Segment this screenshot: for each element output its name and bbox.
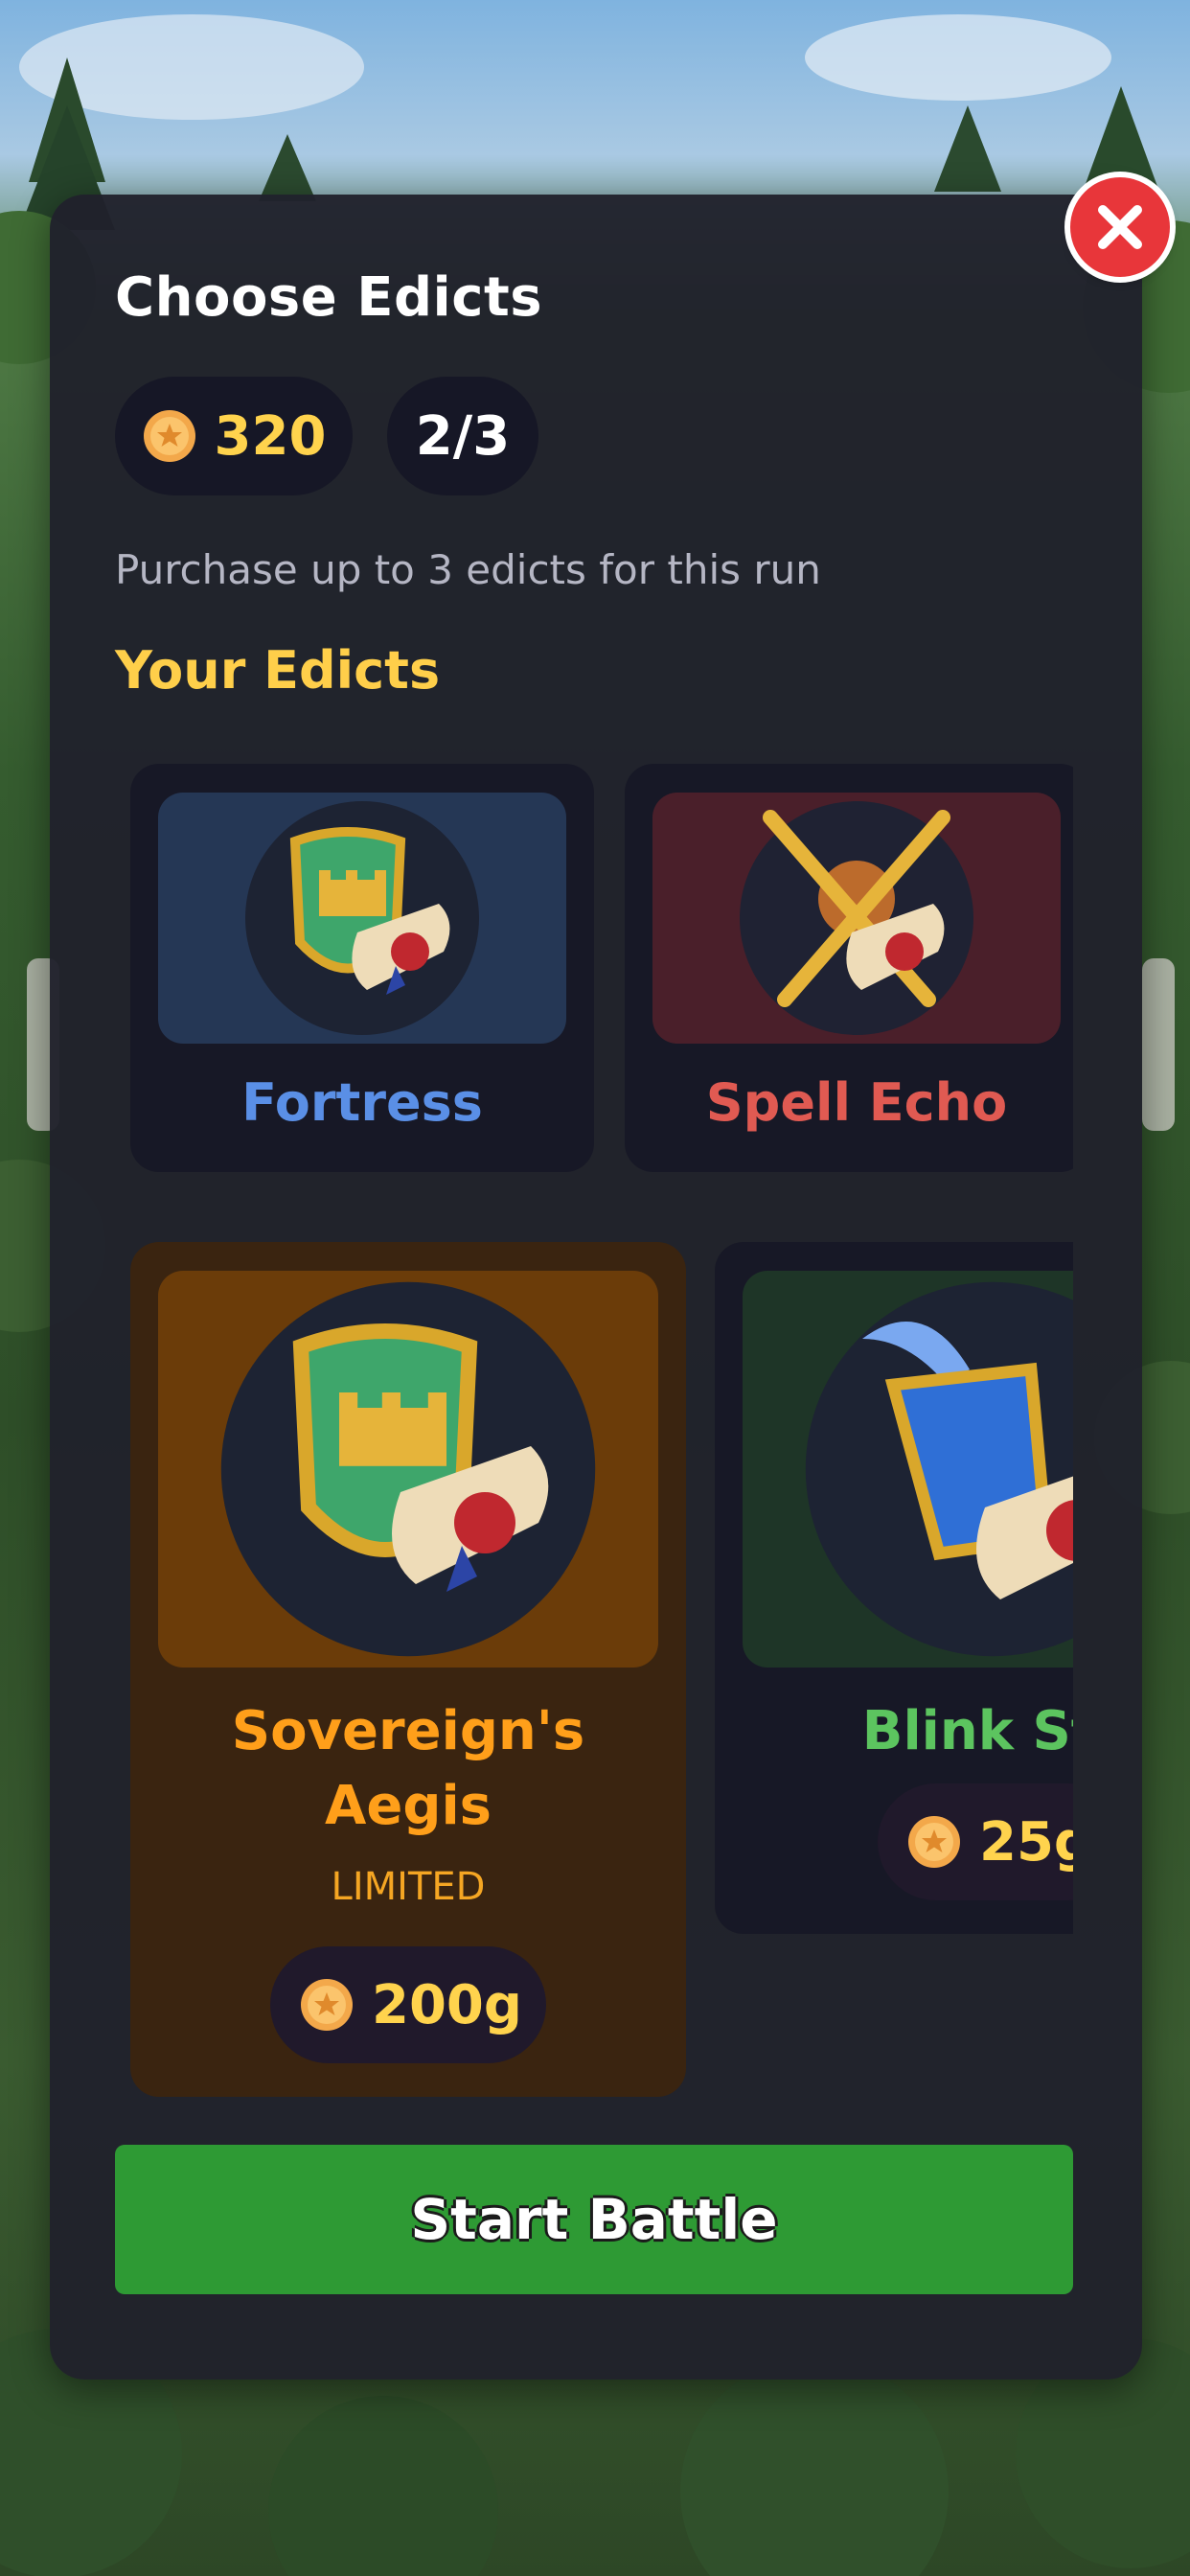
coin-icon <box>301 1979 353 2031</box>
coin-icon <box>143 410 195 462</box>
shop-edict-name-line1: Sovereign's <box>231 1700 585 1762</box>
crossed-swords-scroll-icon <box>740 801 973 1035</box>
edict-art <box>158 793 566 1044</box>
close-icon <box>1098 205 1142 249</box>
shield-scroll-icon <box>220 1281 596 1657</box>
owned-edicts-row[interactable]: Fortress Spell Echo <box>115 764 1073 1172</box>
section-title: Your Edicts <box>115 640 441 701</box>
coin-icon <box>908 1816 960 1868</box>
start-battle-button[interactable]: Start Battle <box>115 2145 1073 2294</box>
gold-amount: 320 <box>214 404 327 468</box>
price-tag[interactable]: 200g <box>270 1946 546 2063</box>
owned-edict-name: Spell Echo <box>705 1072 1008 1133</box>
price-tag[interactable]: 25g <box>878 1783 1073 1900</box>
gold-counter: 320 <box>115 377 353 495</box>
price-amount: 25g <box>979 1810 1073 1874</box>
edict-art <box>743 1271 1073 1668</box>
shop-edicts-row[interactable]: Sovereign's Aegis LIMITED 200g Blink S 2… <box>115 1242 1073 2097</box>
winged-boot-scroll-icon <box>805 1281 1073 1657</box>
limited-badge: LIMITED <box>331 1865 486 1909</box>
owned-edict-name: Fortress <box>241 1072 483 1133</box>
shop-edict-name-line2: Aegis <box>325 1775 492 1837</box>
owned-edict-card[interactable]: Fortress <box>130 764 594 1172</box>
price-amount: 200g <box>372 1973 522 2036</box>
close-button[interactable] <box>1070 177 1170 277</box>
edict-art <box>652 793 1061 1044</box>
edict-art <box>158 1271 658 1668</box>
edict-count: 2/3 <box>387 377 538 495</box>
shield-scroll-icon <box>245 801 479 1035</box>
game-screen: Choose Edicts 320 2/3 Purchase up to 3 e… <box>0 0 1190 2576</box>
shop-edict-card[interactable]: Sovereign's Aegis LIMITED 200g <box>130 1242 686 2097</box>
owned-edict-card[interactable]: Spell Echo <box>625 764 1073 1172</box>
shop-edict-name: Blink Str <box>861 1700 1073 1762</box>
shop-edict-card[interactable]: Blink Str 25g <box>715 1242 1073 1934</box>
panel-title: Choose Edicts <box>115 266 543 329</box>
panel-subtitle: Purchase up to 3 edicts for this run <box>115 546 821 593</box>
